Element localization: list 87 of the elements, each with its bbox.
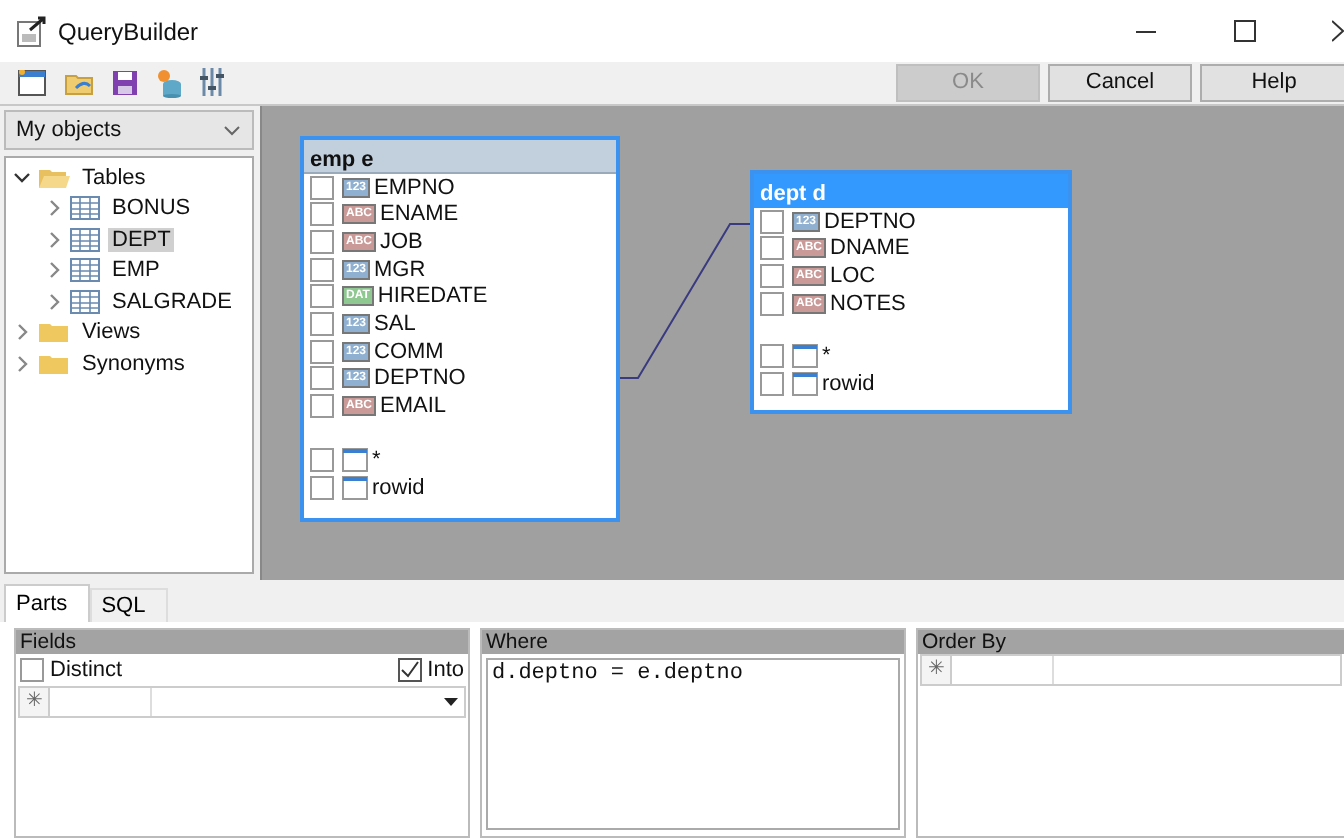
column-name: rowid — [372, 475, 425, 499]
app-icon — [16, 15, 48, 47]
checkbox[interactable] — [397, 658, 422, 682]
table-icon — [70, 258, 100, 283]
table-alias: dept d — [760, 182, 826, 206]
window-icon — [792, 344, 818, 369]
checkbox[interactable] — [310, 229, 334, 254]
folder-icon — [38, 165, 70, 190]
checkbox[interactable] — [760, 236, 784, 261]
checkbox[interactable] — [760, 263, 784, 288]
tab[interactable]: SQL — [89, 588, 168, 622]
window-icon — [342, 447, 368, 472]
database-icon[interactable] — [156, 67, 182, 97]
column-name: DNAME — [830, 236, 910, 261]
checkbox[interactable] — [310, 339, 334, 364]
folder-icon[interactable] — [64, 69, 94, 95]
chevron-right-icon[interactable] — [14, 355, 30, 372]
checkbox-label: Distinct — [50, 658, 123, 682]
new-window-icon[interactable] — [18, 69, 46, 95]
column-name: * — [822, 344, 831, 369]
chevron-right-icon[interactable] — [46, 231, 62, 248]
objects-dropdown[interactable]: My objects — [4, 110, 254, 150]
panel-header: Order By — [918, 630, 1344, 654]
folder-icon — [38, 320, 70, 345]
tree-item[interactable]: Tables — [78, 165, 150, 190]
save-icon[interactable] — [112, 69, 138, 95]
column-name: COMM — [374, 339, 444, 364]
checkbox[interactable] — [760, 344, 784, 369]
panel-header: Where — [482, 630, 904, 654]
where-editor[interactable]: d.deptno = e.deptno — [486, 658, 900, 830]
column-name: NOTES — [830, 291, 906, 316]
checkbox[interactable] — [310, 202, 334, 227]
checkbox[interactable] — [310, 394, 334, 419]
tree-item[interactable]: SALGRADE — [108, 289, 236, 314]
tree-item[interactable]: Views — [78, 320, 145, 345]
chevron-right-icon[interactable] — [14, 324, 30, 341]
table-icon — [70, 196, 100, 221]
maximize-icon[interactable] — [1234, 20, 1256, 42]
panel-header: Fields — [16, 630, 468, 654]
checkbox[interactable] — [310, 257, 334, 282]
checkbox[interactable] — [310, 366, 334, 391]
column-name: LOC — [830, 263, 876, 288]
column-name: HIREDATE — [377, 284, 488, 309]
table-alias: emp e — [310, 148, 374, 172]
column-name: MGR — [374, 257, 426, 282]
tab[interactable]: Parts — [4, 584, 90, 622]
column-name: EMPNO — [374, 175, 455, 199]
chevron-right-icon[interactable] — [46, 200, 62, 217]
tree-item[interactable]: EMP — [108, 258, 164, 283]
tree-item[interactable]: DEPT — [108, 227, 175, 252]
row-marker: ✳ — [20, 688, 50, 716]
column-name: SAL — [374, 312, 416, 336]
row-marker: ✳ — [922, 656, 952, 684]
column-name: DEPTNO — [824, 209, 916, 233]
chevron-down-icon[interactable] — [14, 169, 30, 186]
checkbox[interactable] — [310, 447, 334, 472]
checkbox[interactable] — [310, 175, 334, 199]
chevron-right-icon[interactable] — [46, 293, 62, 310]
where-clause: d.deptno = e.deptno — [492, 662, 743, 686]
window-title: QueryBuilder — [58, 17, 199, 45]
column-name: DEPTNO — [374, 366, 466, 391]
chevron-right-icon[interactable] — [46, 262, 62, 279]
checkbox[interactable] — [20, 658, 44, 682]
column-name: * — [372, 447, 381, 472]
checkbox[interactable] — [310, 284, 334, 309]
column-name: ENAME — [380, 202, 459, 227]
checkbox[interactable] — [760, 209, 784, 233]
tree-item[interactable]: Synonyms — [78, 351, 189, 376]
window-icon — [342, 475, 368, 499]
column-name: rowid — [822, 372, 875, 396]
checkbox[interactable] — [310, 475, 334, 499]
column-name: JOB — [380, 229, 423, 254]
chevron-down-icon — [224, 125, 240, 135]
caret-icon — [444, 698, 458, 706]
column-name: EMAIL — [380, 394, 447, 419]
dialog-button[interactable]: Help — [1200, 63, 1344, 101]
sliders-icon[interactable] — [200, 68, 224, 96]
checkbox[interactable] — [760, 372, 784, 396]
tree-item[interactable]: BONUS — [108, 196, 195, 221]
folder-icon — [38, 351, 70, 376]
checkbox[interactable] — [310, 312, 334, 336]
checkbox-label: Into — [427, 658, 464, 682]
window-icon — [792, 372, 818, 396]
table-icon — [70, 227, 100, 252]
dialog-button[interactable]: Cancel — [1048, 63, 1192, 101]
table-icon — [70, 289, 100, 314]
checkbox[interactable] — [760, 291, 784, 316]
